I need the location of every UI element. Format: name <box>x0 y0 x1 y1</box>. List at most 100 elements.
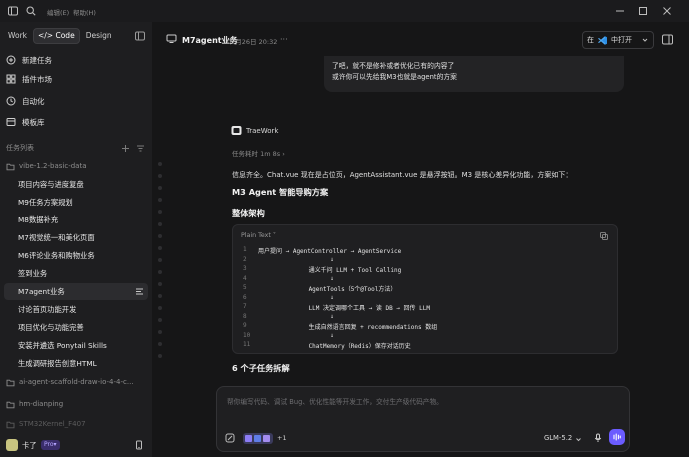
automation-icon <box>6 96 16 106</box>
task-item[interactable]: 生成调研报告创意HTML <box>4 355 148 372</box>
task-item[interactable]: M9任务方案规划 <box>4 194 148 211</box>
user-bar: 卡了 Pro▾ <box>0 435 152 457</box>
section-heading: 6 个子任务拆解 <box>232 363 290 373</box>
panel-toggle-icon[interactable] <box>661 33 674 46</box>
menu-edit[interactable]: 编辑(E) <box>47 7 69 17</box>
search-icon[interactable] <box>25 5 37 17</box>
traework-logo-icon <box>231 125 242 136</box>
code-line: ↓ <box>258 293 334 301</box>
code-line: 生成自然语言回复 + recommendations 数组 <box>258 324 438 331</box>
line-number: 6 <box>243 293 247 301</box>
nav-label: 插件市场 <box>22 74 52 84</box>
chevron-down-icon[interactable] <box>575 436 582 443</box>
code-line: 用户提问 → AgentController → AgentService <box>258 248 402 255</box>
mode-work[interactable]: Work <box>4 28 31 44</box>
nav-label: 模板库 <box>22 117 45 127</box>
user-name: 卡了 <box>22 441 37 450</box>
project-group[interactable]: hm-dianping <box>6 397 146 411</box>
code-block: Plain Text ˅ 1 用户提问 → AgentController → A… <box>232 224 618 354</box>
code-language-selector[interactable]: Plain Text ˅ <box>241 232 276 239</box>
sidebar-toggle-icon[interactable] <box>7 5 19 17</box>
copy-icon[interactable] <box>600 232 608 240</box>
agent-intro: 信息齐全。Chat.vue 现在是占位页，AgentAssistant.vue … <box>232 171 573 179</box>
main-panel: M7agent业务 07月26日 20:32 ··· 在 中打开 了吧，就不是修… <box>152 22 689 457</box>
code-line: ↓ <box>258 274 334 282</box>
line-number: 1 <box>243 246 247 253</box>
line-number: 5 <box>243 284 247 291</box>
chat-header: M7agent业务 07月26日 20:32 ··· 在 中打开 <box>152 22 689 56</box>
task-item-active[interactable]: M7agent业务 <box>4 283 148 300</box>
open-in-button[interactable]: 在 中打开 <box>582 31 654 49</box>
project-group-label: vibe-1.2-basic-data <box>19 162 87 170</box>
project-group[interactable]: ai-agent-scaffold-draw-io-4-4-c... <box>6 375 146 389</box>
code-line: ↓ <box>258 331 334 339</box>
folder-icon <box>6 400 15 409</box>
chat-input[interactable]: 帮你编写代码、调试 Bug、优化性能等开发工作，交付生产级代码产物。 <box>227 396 443 406</box>
more-icon[interactable]: ··· <box>280 35 288 44</box>
task-item[interactable]: 安装并遴选 Ponytail Skills <box>4 337 148 354</box>
code-line: LLM 决定调哪个工具 → 读 DB → 回传 LLM <box>258 305 430 312</box>
project-group-label: hm-dianping <box>19 400 64 408</box>
filter-icon[interactable] <box>136 144 145 153</box>
model-selector[interactable]: GLM-5.2 <box>544 434 572 442</box>
microphone-icon[interactable] <box>593 433 603 443</box>
task-options-icon[interactable] <box>134 286 145 297</box>
task-item[interactable]: M7视觉统一和美化页面 <box>4 229 148 246</box>
maximize-icon[interactable] <box>636 4 650 18</box>
project-group-label: ai-agent-scaffold-draw-io-4-4-c... <box>19 378 134 386</box>
nav-automation[interactable]: 自动化 <box>4 92 148 110</box>
menu-help[interactable]: 帮助(H) <box>73 7 96 17</box>
nav-template-library[interactable]: 模板库 <box>4 113 148 131</box>
line-number: 8 <box>243 312 247 320</box>
sidebar: Work </> Code Design 新建任务 插件市场 自动化 模板库 任… <box>0 22 152 457</box>
nav-label: 自动化 <box>22 96 45 106</box>
user-message-line: 或许你可以先给我M3也就是agent的方案 <box>332 73 457 81</box>
message-timeline[interactable] <box>157 162 163 372</box>
chevron-down-icon[interactable] <box>641 36 649 44</box>
line-number: 10 <box>243 331 251 339</box>
attach-icon[interactable] <box>225 433 235 443</box>
close-icon[interactable] <box>660 4 674 18</box>
project-group-label: STM32Kernel_F407 <box>19 420 86 428</box>
phone-icon[interactable] <box>134 440 144 450</box>
task-item[interactable]: 签到业务 <box>4 265 148 282</box>
add-folder-icon[interactable] <box>121 144 130 153</box>
folder-icon <box>6 162 15 171</box>
task-item[interactable]: 讨论首页功能开发 <box>4 301 148 318</box>
nav-label: 新建任务 <box>22 55 52 65</box>
attachments[interactable]: +1 <box>243 432 287 444</box>
mode-switcher: Work </> Code Design <box>4 28 116 44</box>
line-number: 9 <box>243 322 247 329</box>
mode-code[interactable]: </> Code <box>33 28 80 44</box>
avatar[interactable] <box>6 439 18 451</box>
title-bar: 编辑(E) 帮助(H) <box>0 0 689 22</box>
task-item[interactable]: 项目内容与进度复盘 <box>4 176 148 193</box>
section-heading: M3 Agent 智能导购方案 <box>232 187 329 197</box>
mode-design[interactable]: Design <box>82 28 116 44</box>
line-number: 3 <box>243 265 247 272</box>
attachment-count: +1 <box>277 434 287 442</box>
task-item[interactable]: M8数据补充 <box>4 211 148 228</box>
project-group[interactable]: STM32Kernel_F407 <box>6 417 146 431</box>
line-number: 11 <box>243 341 251 348</box>
user-message-line: 了吧，就不是修补或者优化已有的内容了 <box>332 62 455 70</box>
nav-new-task[interactable]: 新建任务 <box>4 51 148 69</box>
code-line: AgentTools（5个@Tool方法） <box>258 286 397 293</box>
monitor-icon <box>166 33 177 44</box>
chat-input-box[interactable]: 帮你编写代码、调试 Bug、优化性能等开发工作，交付生产级代码产物。 +1 GL… <box>216 386 630 452</box>
nav-plugin-market[interactable]: 插件市场 <box>4 70 148 88</box>
code-line: ↓ <box>258 255 334 263</box>
line-number: 2 <box>243 255 247 263</box>
task-item[interactable]: M6评论业务和购物业务 <box>4 247 148 264</box>
project-group[interactable]: vibe-1.2-basic-data <box>6 159 146 173</box>
minimize-icon[interactable] <box>613 4 627 18</box>
vscode-icon <box>597 35 608 46</box>
open-in-prefix: 在 <box>587 36 594 44</box>
pro-badge[interactable]: Pro▾ <box>41 440 60 450</box>
task-duration[interactable]: 任务耗时 1m 8s › <box>232 148 285 158</box>
line-number: 7 <box>243 303 247 310</box>
send-button[interactable] <box>609 429 625 445</box>
task-item[interactable]: 项目优化与功能完善 <box>4 319 148 336</box>
collapse-sidebar-icon[interactable] <box>134 30 146 42</box>
folder-icon <box>6 378 15 387</box>
